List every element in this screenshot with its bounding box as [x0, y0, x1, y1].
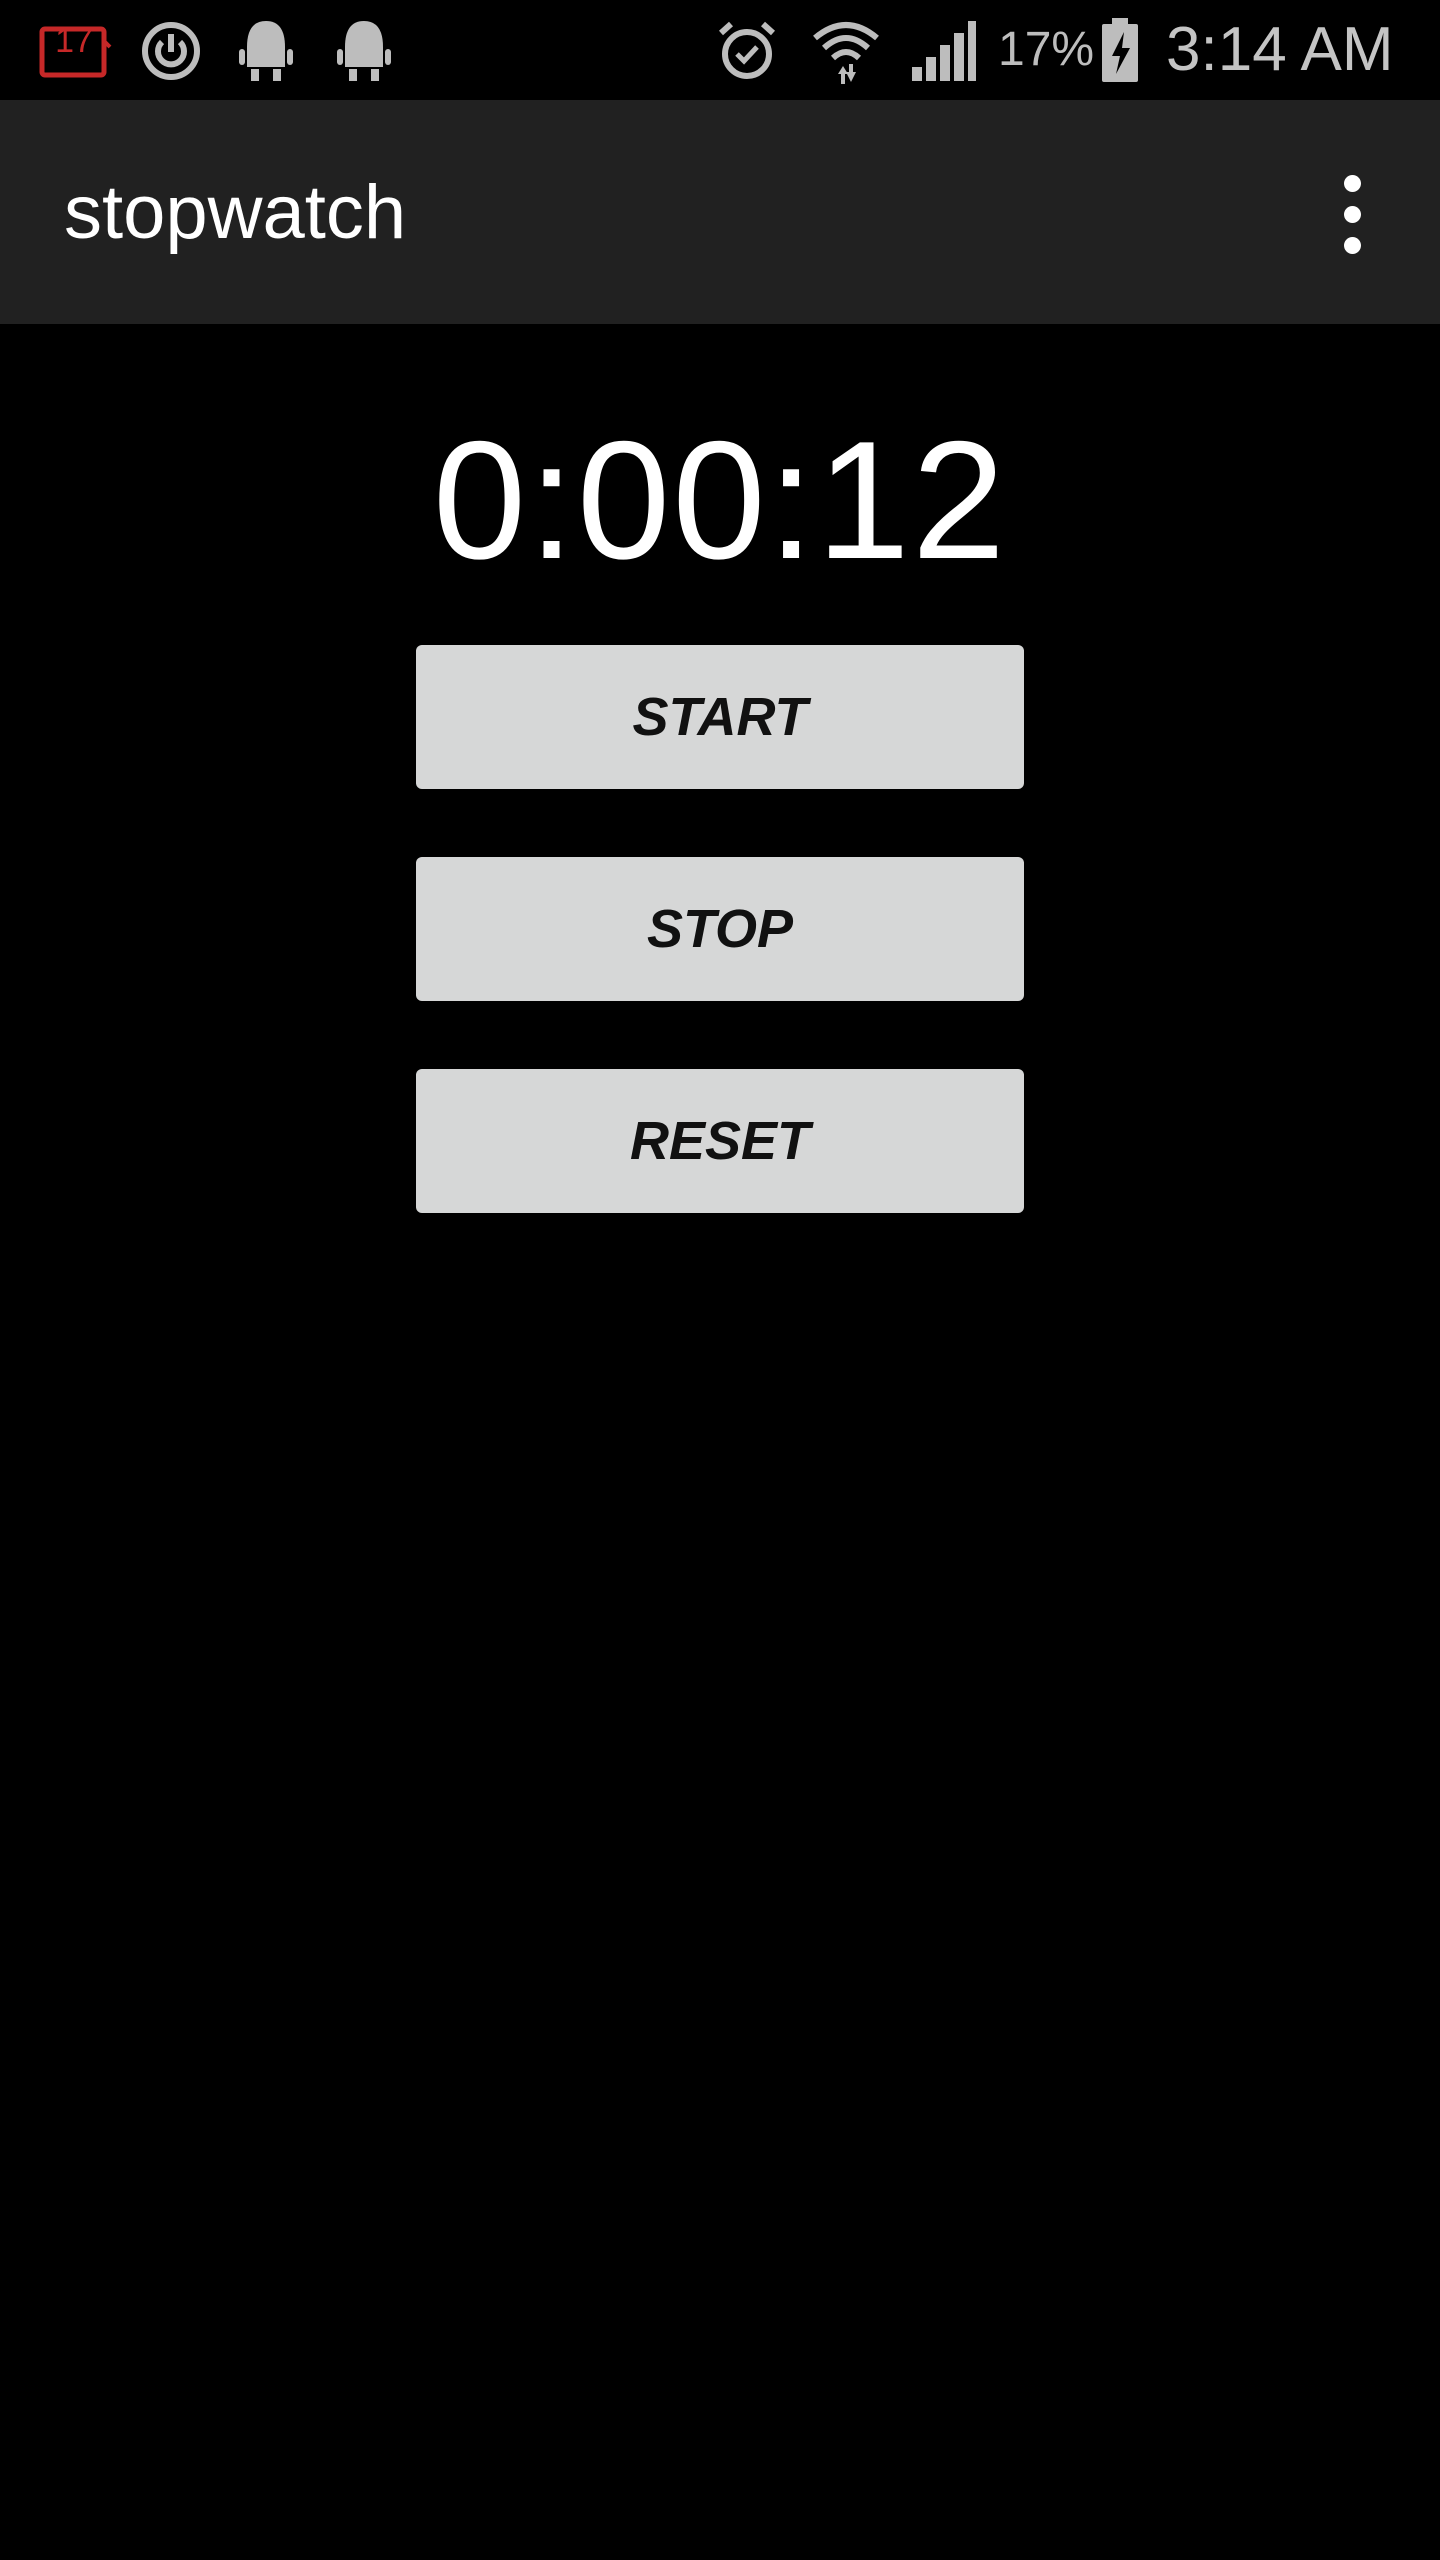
- menu-dot: [1343, 174, 1361, 192]
- calendar-icon: 17: [36, 16, 116, 86]
- status-time: 3:14 AM: [1166, 15, 1394, 84]
- reset-button[interactable]: RESET: [416, 1069, 1024, 1213]
- stop-button[interactable]: STOP: [416, 857, 1024, 1001]
- more-vert-icon[interactable]: [1322, 164, 1382, 264]
- wifi-icon: [810, 16, 882, 86]
- android-icon: [334, 16, 394, 86]
- status-bar: 17 17% 3:14 AM: [0, 0, 1440, 100]
- app-title: stopwatch: [64, 170, 407, 255]
- sync-icon: [138, 16, 204, 86]
- android-icon: [236, 16, 296, 86]
- calendar-day: 17: [55, 22, 93, 60]
- menu-dot: [1343, 205, 1361, 223]
- stopwatch-screen: 17 17% 3:14 AM stopwatch 0:00:12 START S…: [0, 0, 1440, 2560]
- menu-dot: [1343, 236, 1361, 254]
- app-bar: stopwatch: [0, 100, 1440, 324]
- alarm-icon: [714, 16, 780, 86]
- timer-display: 0:00:12: [432, 406, 1008, 594]
- battery-charging-icon: [1098, 16, 1142, 86]
- signal-icon: [908, 16, 978, 86]
- start-button[interactable]: START: [416, 645, 1024, 789]
- battery-percent: 17%: [998, 23, 1095, 76]
